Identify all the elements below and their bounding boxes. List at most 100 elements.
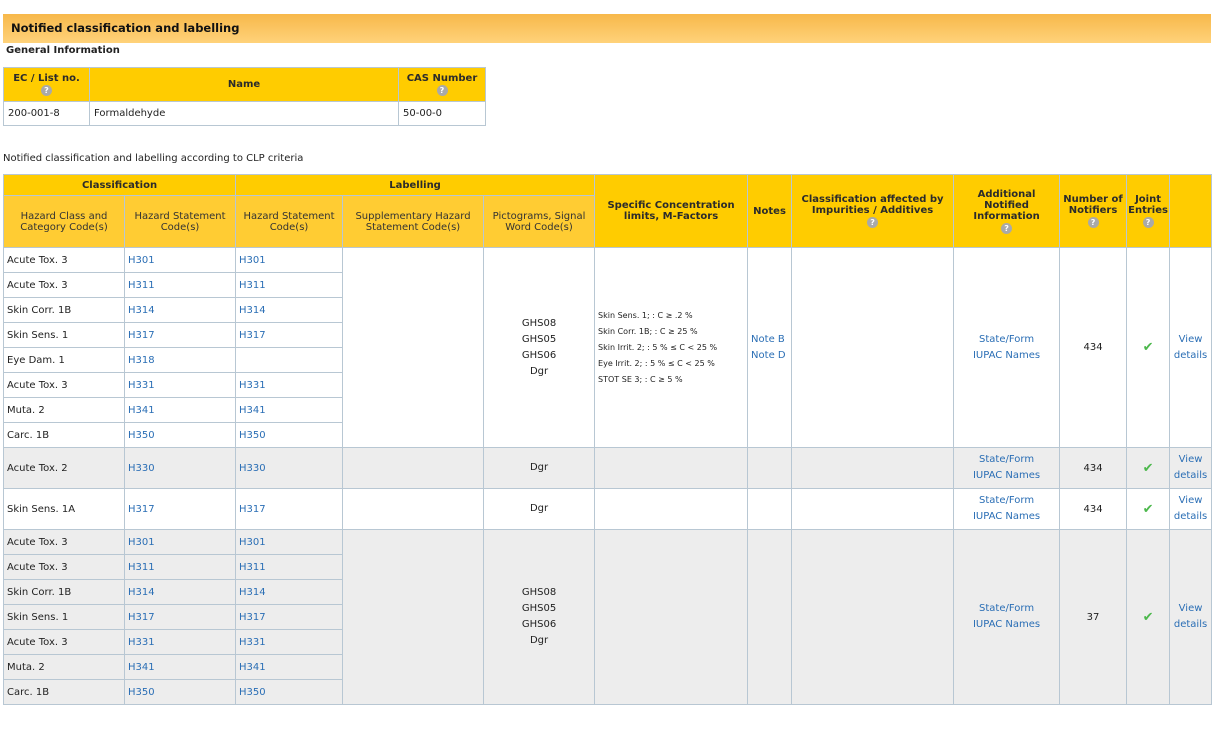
hazard-statement-link[interactable]: H317 [123,322,237,348]
iupac-names-link[interactable]: IUPAC Names [955,617,1059,633]
hazard-statement-link[interactable]: H341 [123,654,237,680]
label-statement-link[interactable]: H317 [235,604,344,630]
scl-cell: Skin Sens. 1; : C ≥ .2 % Skin Corr. 1B; :… [594,247,749,448]
pictograms-cell: Dgr [483,447,596,489]
label-statement-link[interactable]: H311 [235,554,344,580]
view-details-link[interactable]: View details [1169,488,1213,530]
note-link[interactable]: Note B [751,332,791,348]
hazard-class-header-label: Hazard Class and Category Code(s) [20,210,108,233]
label-statement-link[interactable]: H341 [235,397,344,423]
label-statement-link[interactable]: H301 [235,247,344,273]
pictograms-header-label: Pictograms, Signal Word Code(s) [492,210,586,233]
hazard-statement-link[interactable]: H350 [123,679,237,705]
hazard-statement-link[interactable]: H341 [123,397,237,423]
state-form-link[interactable]: State/Form [955,493,1059,509]
ec-header: EC / List no. ? [3,67,90,102]
label-statement-link[interactable]: H330 [235,447,344,489]
label-statement-link[interactable]: H301 [235,529,344,555]
label-statement-link[interactable]: H341 [235,654,344,680]
scl-header-label: Specific Concentration limits, M-Factors [607,200,735,222]
table-row: Acute Tox. 3 H301 H301 GHS08 GHS05 GHS06 Dgr Sk… [3,247,1213,448]
additional-info-header-label: Additional Notified Information [973,188,1040,222]
additional-info-cell: State/Form IUPAC Names [953,247,1061,448]
banner-title: Notified classification and labelling [11,21,240,35]
state-form-link[interactable]: State/Form [955,332,1059,348]
state-form-link[interactable]: State/Form [955,601,1059,617]
question-icon[interactable]: ? [436,85,448,96]
hazard-class-cell: Acute Tox. 3 [3,372,125,398]
label-statement-link[interactable]: H317 [235,322,344,348]
supplementary-header: Supplementary Hazard Statement Code(s) [342,195,485,248]
view-details-label: View [1178,333,1203,345]
question-icon[interactable]: ? [867,217,879,228]
pictogram-code: GHS06 [521,349,557,361]
state-form-link[interactable]: State/Form [955,452,1059,468]
hazard-statement-link[interactable]: H331 [123,372,237,398]
label-statement-link[interactable]: H350 [235,422,344,448]
name-header: Name [89,67,399,102]
hazard-statement-link[interactable]: H317 [123,604,237,630]
scl-cell [594,447,749,489]
hazard-class-header: Hazard Class and Category Code(s) [3,195,125,248]
question-icon[interactable]: ? [41,85,52,96]
label-statement-link[interactable]: H331 [235,372,344,398]
label-statement-link[interactable]: H314 [235,297,344,323]
view-details-link[interactable]: View details [1169,247,1213,448]
hazard-statement-link[interactable]: H311 [123,272,237,298]
view-details-link[interactable]: View details [1169,529,1213,705]
label-hazard-statement-header: Hazard Statement Code(s) [235,195,344,248]
hazard-statement-link[interactable]: H311 [123,554,237,580]
question-icon[interactable]: ? [1142,217,1154,228]
label-statement-link[interactable]: H317 [235,488,344,530]
scl-cell [594,529,749,705]
pictogram-code: Dgr [529,462,549,473]
impurities-cell [791,247,955,448]
impurities-cell [791,529,955,705]
cas-value: 50-00-0 [398,101,486,126]
hazard-statement-link[interactable]: H314 [123,579,237,605]
hazard-class-cell: Skin Corr. 1B [3,297,125,323]
iupac-names-link[interactable]: IUPAC Names [955,509,1059,525]
pictogram-code: Dgr [529,365,549,377]
label-statement-link[interactable]: H331 [235,629,344,655]
label-statement-link[interactable]: H314 [235,579,344,605]
hazard-class-cell: Skin Sens. 1 [3,322,125,348]
supplementary-cell [342,447,485,489]
question-icon[interactable]: ? [1087,217,1099,228]
view-details-label: details [1173,470,1208,481]
label-statement-link[interactable]: H311 [235,272,344,298]
checkmark-icon: ✔ [1142,501,1154,517]
joint-entries-cell: ✔ [1126,488,1171,530]
hazard-statement-link[interactable]: H350 [123,422,237,448]
notifiers-header: Number of Notifiers ? [1059,174,1128,248]
hazard-class-cell: Muta. 2 [3,397,125,423]
view-header [1169,174,1213,248]
hazard-statement-link[interactable]: H330 [123,447,237,489]
label-statement-link[interactable]: H350 [235,679,344,705]
note-link[interactable]: Note D [751,348,791,364]
hazard-statement-link[interactable]: H331 [123,629,237,655]
question-icon[interactable]: ? [1001,222,1013,234]
hazard-statement-link[interactable]: H314 [123,297,237,323]
joint-entries-cell: ✔ [1126,247,1171,448]
scl-item: Eye Irrit. 2; : 5 % ≤ C < 25 % [598,358,715,368]
iupac-names-link[interactable]: IUPAC Names [955,468,1059,484]
notifiers-header-label: Number of Notifiers [1063,194,1123,216]
section-banner: Notified classification and labelling [3,14,1211,43]
scl-item: STOT SE 3; : C ≥ 5 % [598,374,683,384]
pictogram-code: GHS08 [521,317,557,329]
hazard-statement-link[interactable]: H301 [123,247,237,273]
checkmark-icon: ✔ [1142,340,1154,355]
hazard-class-cell: Skin Sens. 1 [3,604,125,630]
view-details-link[interactable]: View details [1169,447,1213,489]
notifiers-count: 434 [1059,447,1128,489]
hazard-statement-link[interactable]: H301 [123,529,237,555]
scl-item: Skin Irrit. 2; : 5 % ≤ C < 25 % [598,342,718,352]
iupac-names-link[interactable]: IUPAC Names [955,348,1059,364]
label-statement-link[interactable] [235,347,344,373]
hazard-statement-link[interactable]: H318 [123,347,237,373]
hazard-class-cell: Eye Dam. 1 [3,347,125,373]
hazard-class-cell: Acute Tox. 2 [3,447,125,489]
joint-entries-cell: ✔ [1126,447,1171,489]
hazard-statement-link[interactable]: H317 [123,488,237,530]
